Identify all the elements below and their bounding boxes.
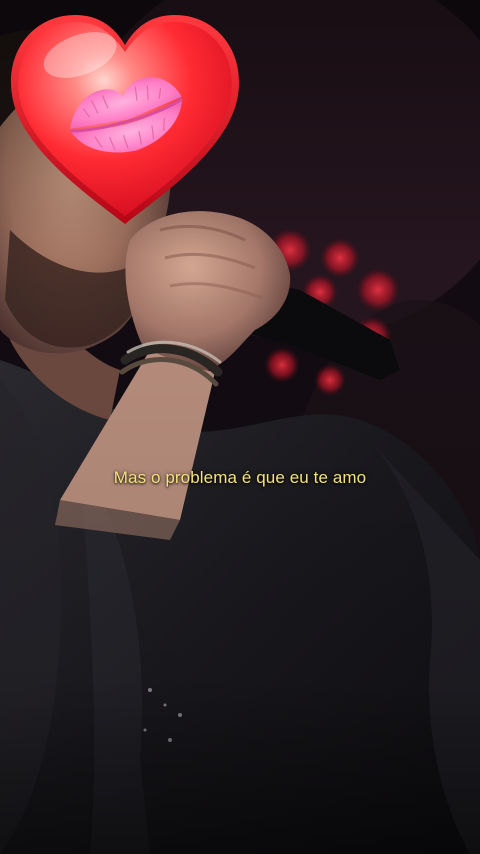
lyrics-caption: Mas o problema é que eu te amo: [113, 468, 367, 487]
heart-kiss-sticker: [10, 15, 240, 224]
video-frame[interactable]: Mas o problema é que eu te amo: [0, 0, 480, 854]
